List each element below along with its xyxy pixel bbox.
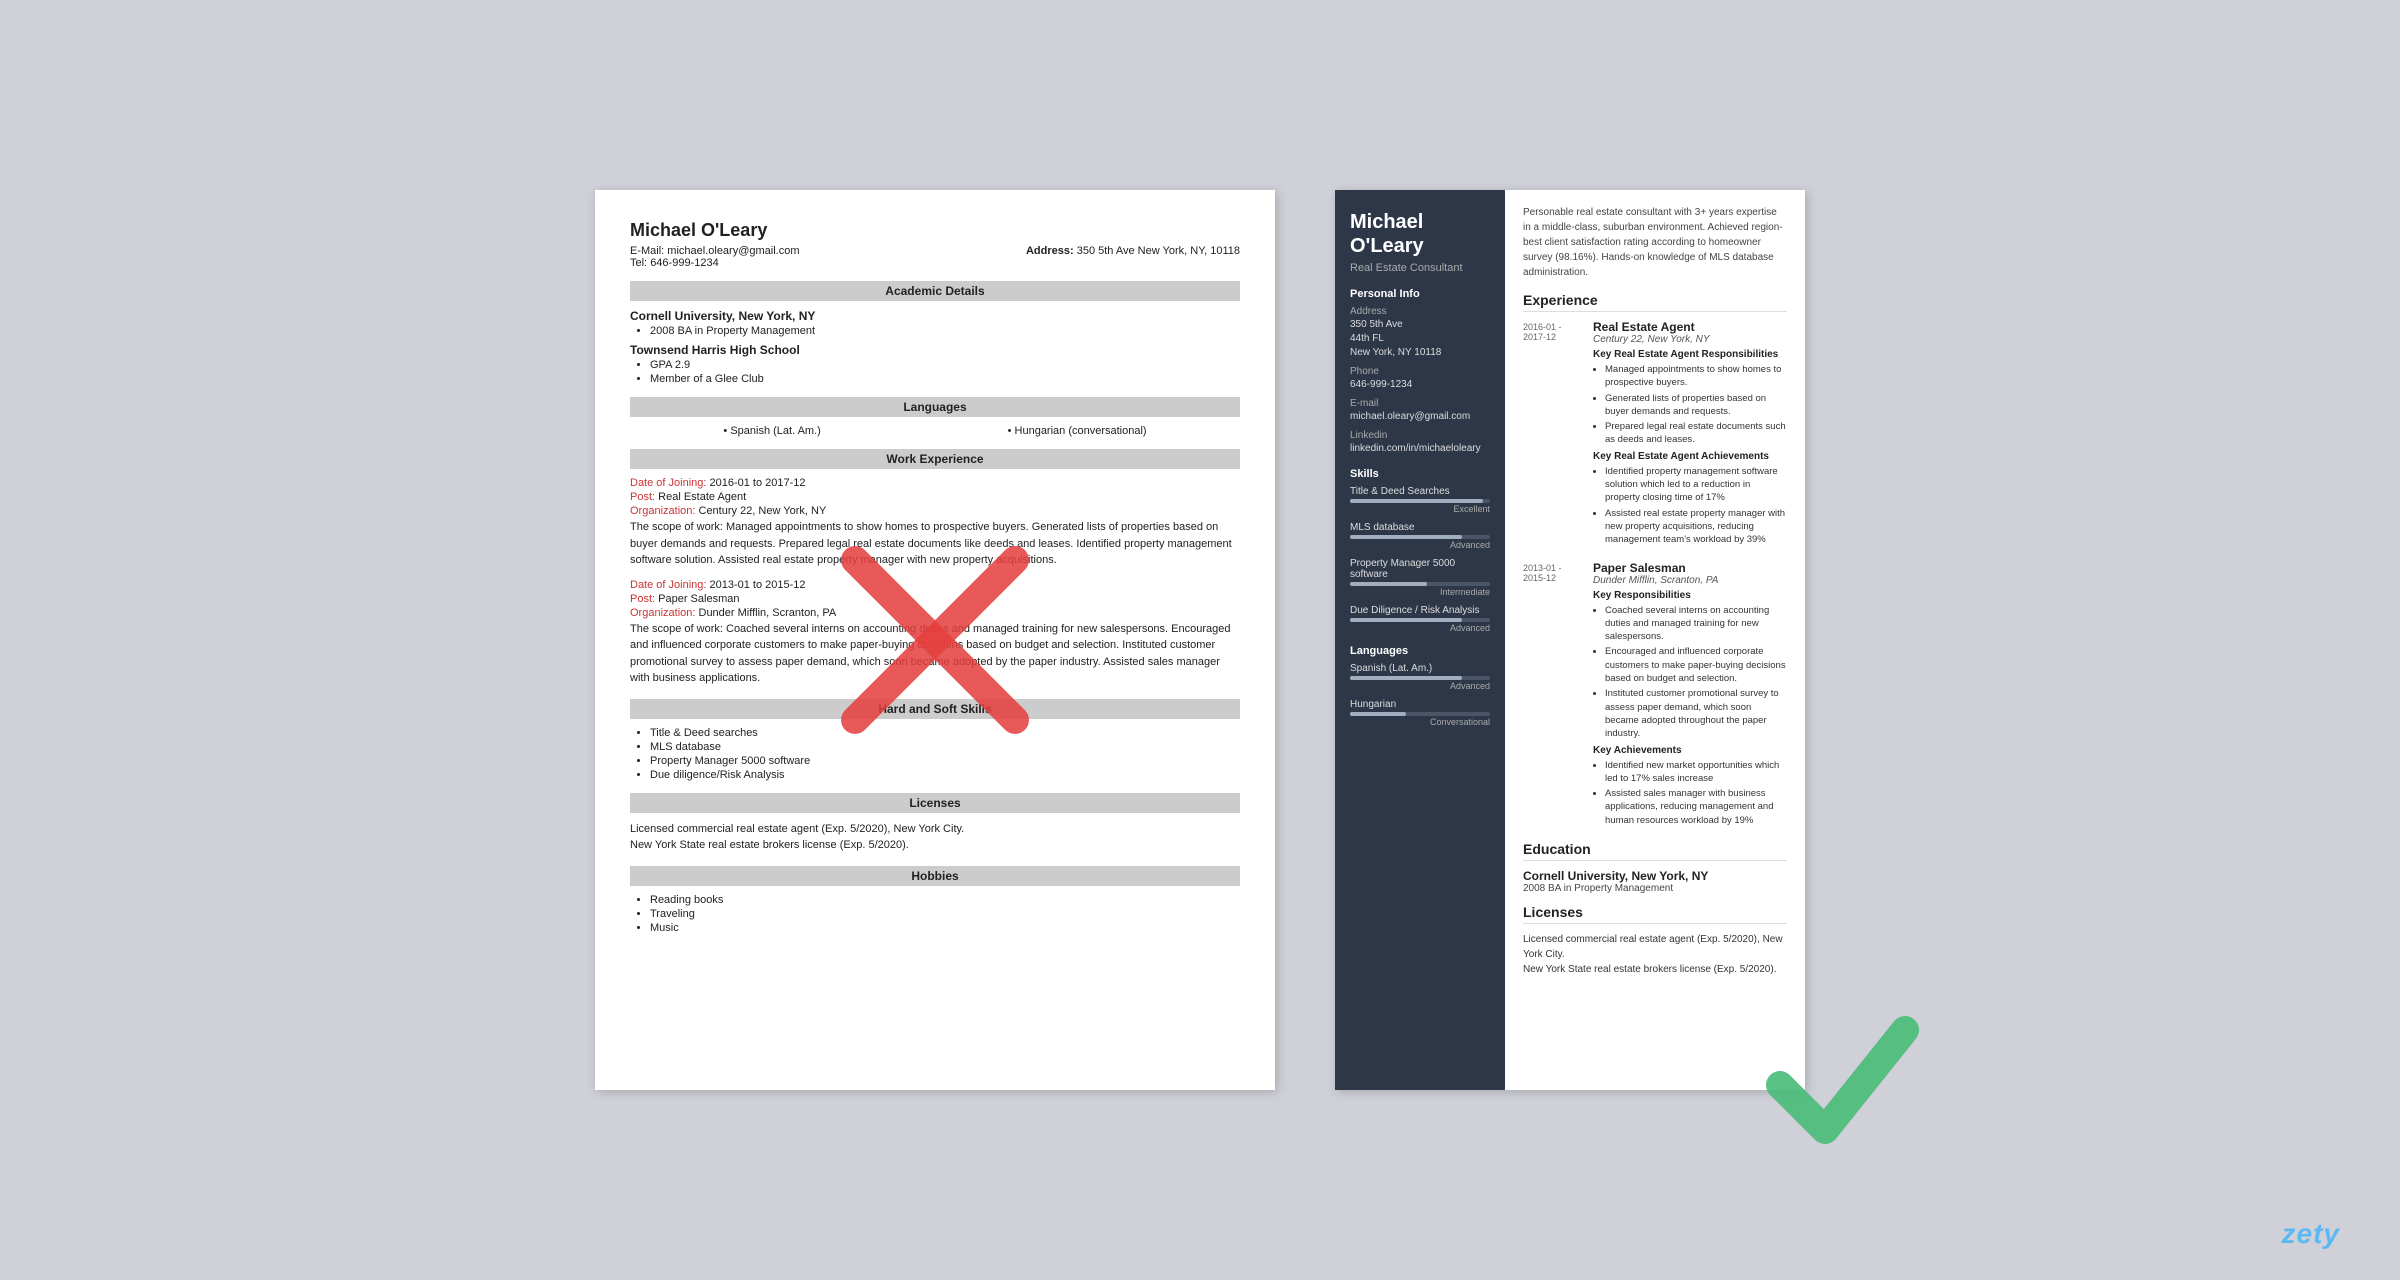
summary: Personable real estate consultant with 3… [1523, 205, 1787, 280]
education-section-title: Education [1523, 841, 1787, 861]
list-item: Instituted customer promotional survey t… [1605, 687, 1787, 740]
highschool-list: GPA 2.9 Member of a Glee Club [630, 359, 1240, 385]
hobbies-section-title: Hobbies [630, 866, 1240, 886]
phone-value: 646-999-1234 [1350, 378, 1490, 392]
exp-entry-2: 2013-01 -2015-12 Paper Salesman Dunder M… [1523, 561, 1787, 831]
zety-logo: zety [2282, 1218, 2340, 1250]
left-resume: Michael O'Leary E-Mail: michael.oleary@g… [595, 190, 1275, 1090]
linkedin-value: linkedin.com/in/michaeloleary [1350, 442, 1490, 456]
list-item: Identified property management software … [1605, 465, 1787, 505]
right-name: MichaelO'Leary [1350, 210, 1490, 258]
list-item: Member of a Glee Club [650, 373, 1240, 385]
left-address: Address: 350 5th Ave New York, NY, 10118 [1026, 245, 1240, 269]
hobbies-list: Reading books Traveling Music [630, 894, 1240, 934]
phone-label: Phone [1350, 366, 1490, 377]
personal-info-title: Personal Info [1350, 288, 1490, 300]
list-item: Coached several interns on accounting du… [1605, 604, 1787, 644]
work-entry-2: Date of Joining: 2013-01 to 2015-12 Post… [630, 579, 1240, 687]
list-item: Reading books [650, 894, 1240, 906]
list-item: Music [650, 922, 1240, 934]
skill-title-deed: Title & Deed Searches Excellent [1350, 486, 1490, 514]
skill-mls: MLS database Advanced [1350, 522, 1490, 550]
left-email: E-Mail: michael.oleary@gmail.comTel: 646… [630, 245, 800, 269]
work-entry-1: Date of Joining: 2016-01 to 2017-12 Post… [630, 477, 1240, 569]
licenses-text: Licensed commercial real estate agent (E… [630, 821, 1240, 854]
linkedin-label: Linkedin [1350, 430, 1490, 441]
list-item: Encouraged and influenced corporate cust… [1605, 645, 1787, 685]
language-hungarian: • Hungarian (conversational) [1008, 425, 1147, 437]
sidebar: MichaelO'Leary Real Estate Consultant Pe… [1335, 190, 1505, 1090]
address-value: 350 5th Ave44th FLNew York, NY 10118 [1350, 318, 1490, 360]
right-job-title: Real Estate Consultant [1350, 262, 1490, 274]
highschool-entry: Townsend Harris High School GPA 2.9 Memb… [630, 343, 1240, 385]
skills-list: Title & Deed searches MLS database Prope… [630, 727, 1240, 781]
languages-section-title: Languages [630, 397, 1240, 417]
skill-due-diligence: Due Diligence / Risk Analysis Advanced [1350, 605, 1490, 633]
exp1-achievements: Identified property management software … [1593, 465, 1787, 547]
exp2-responsibilities: Coached several interns on accounting du… [1593, 604, 1787, 741]
languages-row: • Spanish (Lat. Am.) • Hungarian (conver… [630, 425, 1240, 437]
exp-entry-1: 2016-01 -2017-12 Real Estate Agent Centu… [1523, 320, 1787, 551]
email-value: michael.oleary@gmail.com [1350, 410, 1490, 424]
list-item: Due diligence/Risk Analysis [650, 769, 1240, 781]
skill-pm5000: Property Manager 5000 software Intermedi… [1350, 558, 1490, 597]
list-item: MLS database [650, 741, 1240, 753]
address-label: Address [1350, 306, 1490, 317]
list-item: Assisted real estate property manager wi… [1605, 507, 1787, 547]
list-item: Assisted sales manager with business app… [1605, 787, 1787, 827]
main-content: Personable real estate consultant with 3… [1505, 190, 1805, 1090]
skills-section-title-right: Skills [1350, 468, 1490, 480]
left-name: Michael O'Leary [630, 220, 1240, 241]
licenses-section-title: Licenses [630, 793, 1240, 813]
cornell-entry: Cornell University, New York, NY 2008 BA… [630, 309, 1240, 337]
list-item: Property Manager 5000 software [650, 755, 1240, 767]
languages-section-title-right: Languages [1350, 645, 1490, 657]
experience-section-title: Experience [1523, 292, 1787, 312]
list-item: 2008 BA in Property Management [650, 325, 1240, 337]
list-item: Managed appointments to show homes to pr… [1605, 363, 1787, 390]
list-item: GPA 2.9 [650, 359, 1240, 371]
lang-hungarian: Hungarian Conversational [1350, 699, 1490, 727]
exp1-responsibilities: Managed appointments to show homes to pr… [1593, 363, 1787, 447]
work-section-title: Work Experience [630, 449, 1240, 469]
list-item: Identified new market opportunities whic… [1605, 759, 1787, 786]
licenses-section-title-right: Licenses [1523, 904, 1787, 924]
academic-section-title: Academic Details [630, 281, 1240, 301]
email-label: E-mail [1350, 398, 1490, 409]
left-contact: E-Mail: michael.oleary@gmail.comTel: 646… [630, 245, 1240, 269]
skills-section-title: Hard and Soft Skills [630, 699, 1240, 719]
edu-entry: Cornell University, New York, NY 2008 BA… [1523, 869, 1787, 894]
list-item: Generated lists of properties based on b… [1605, 392, 1787, 419]
list-item: Title & Deed searches [650, 727, 1240, 739]
right-resume: MichaelO'Leary Real Estate Consultant Pe… [1335, 190, 1805, 1090]
language-spanish: • Spanish (Lat. Am.) [723, 425, 820, 437]
lang-spanish: Spanish (Lat. Am.) Advanced [1350, 663, 1490, 691]
list-item: Traveling [650, 908, 1240, 920]
cornell-list: 2008 BA in Property Management [630, 325, 1240, 337]
exp2-achievements: Identified new market opportunities whic… [1593, 759, 1787, 827]
licenses-text-right: Licensed commercial real estate agent (E… [1523, 932, 1787, 977]
list-item: Prepared legal real estate documents suc… [1605, 420, 1787, 447]
